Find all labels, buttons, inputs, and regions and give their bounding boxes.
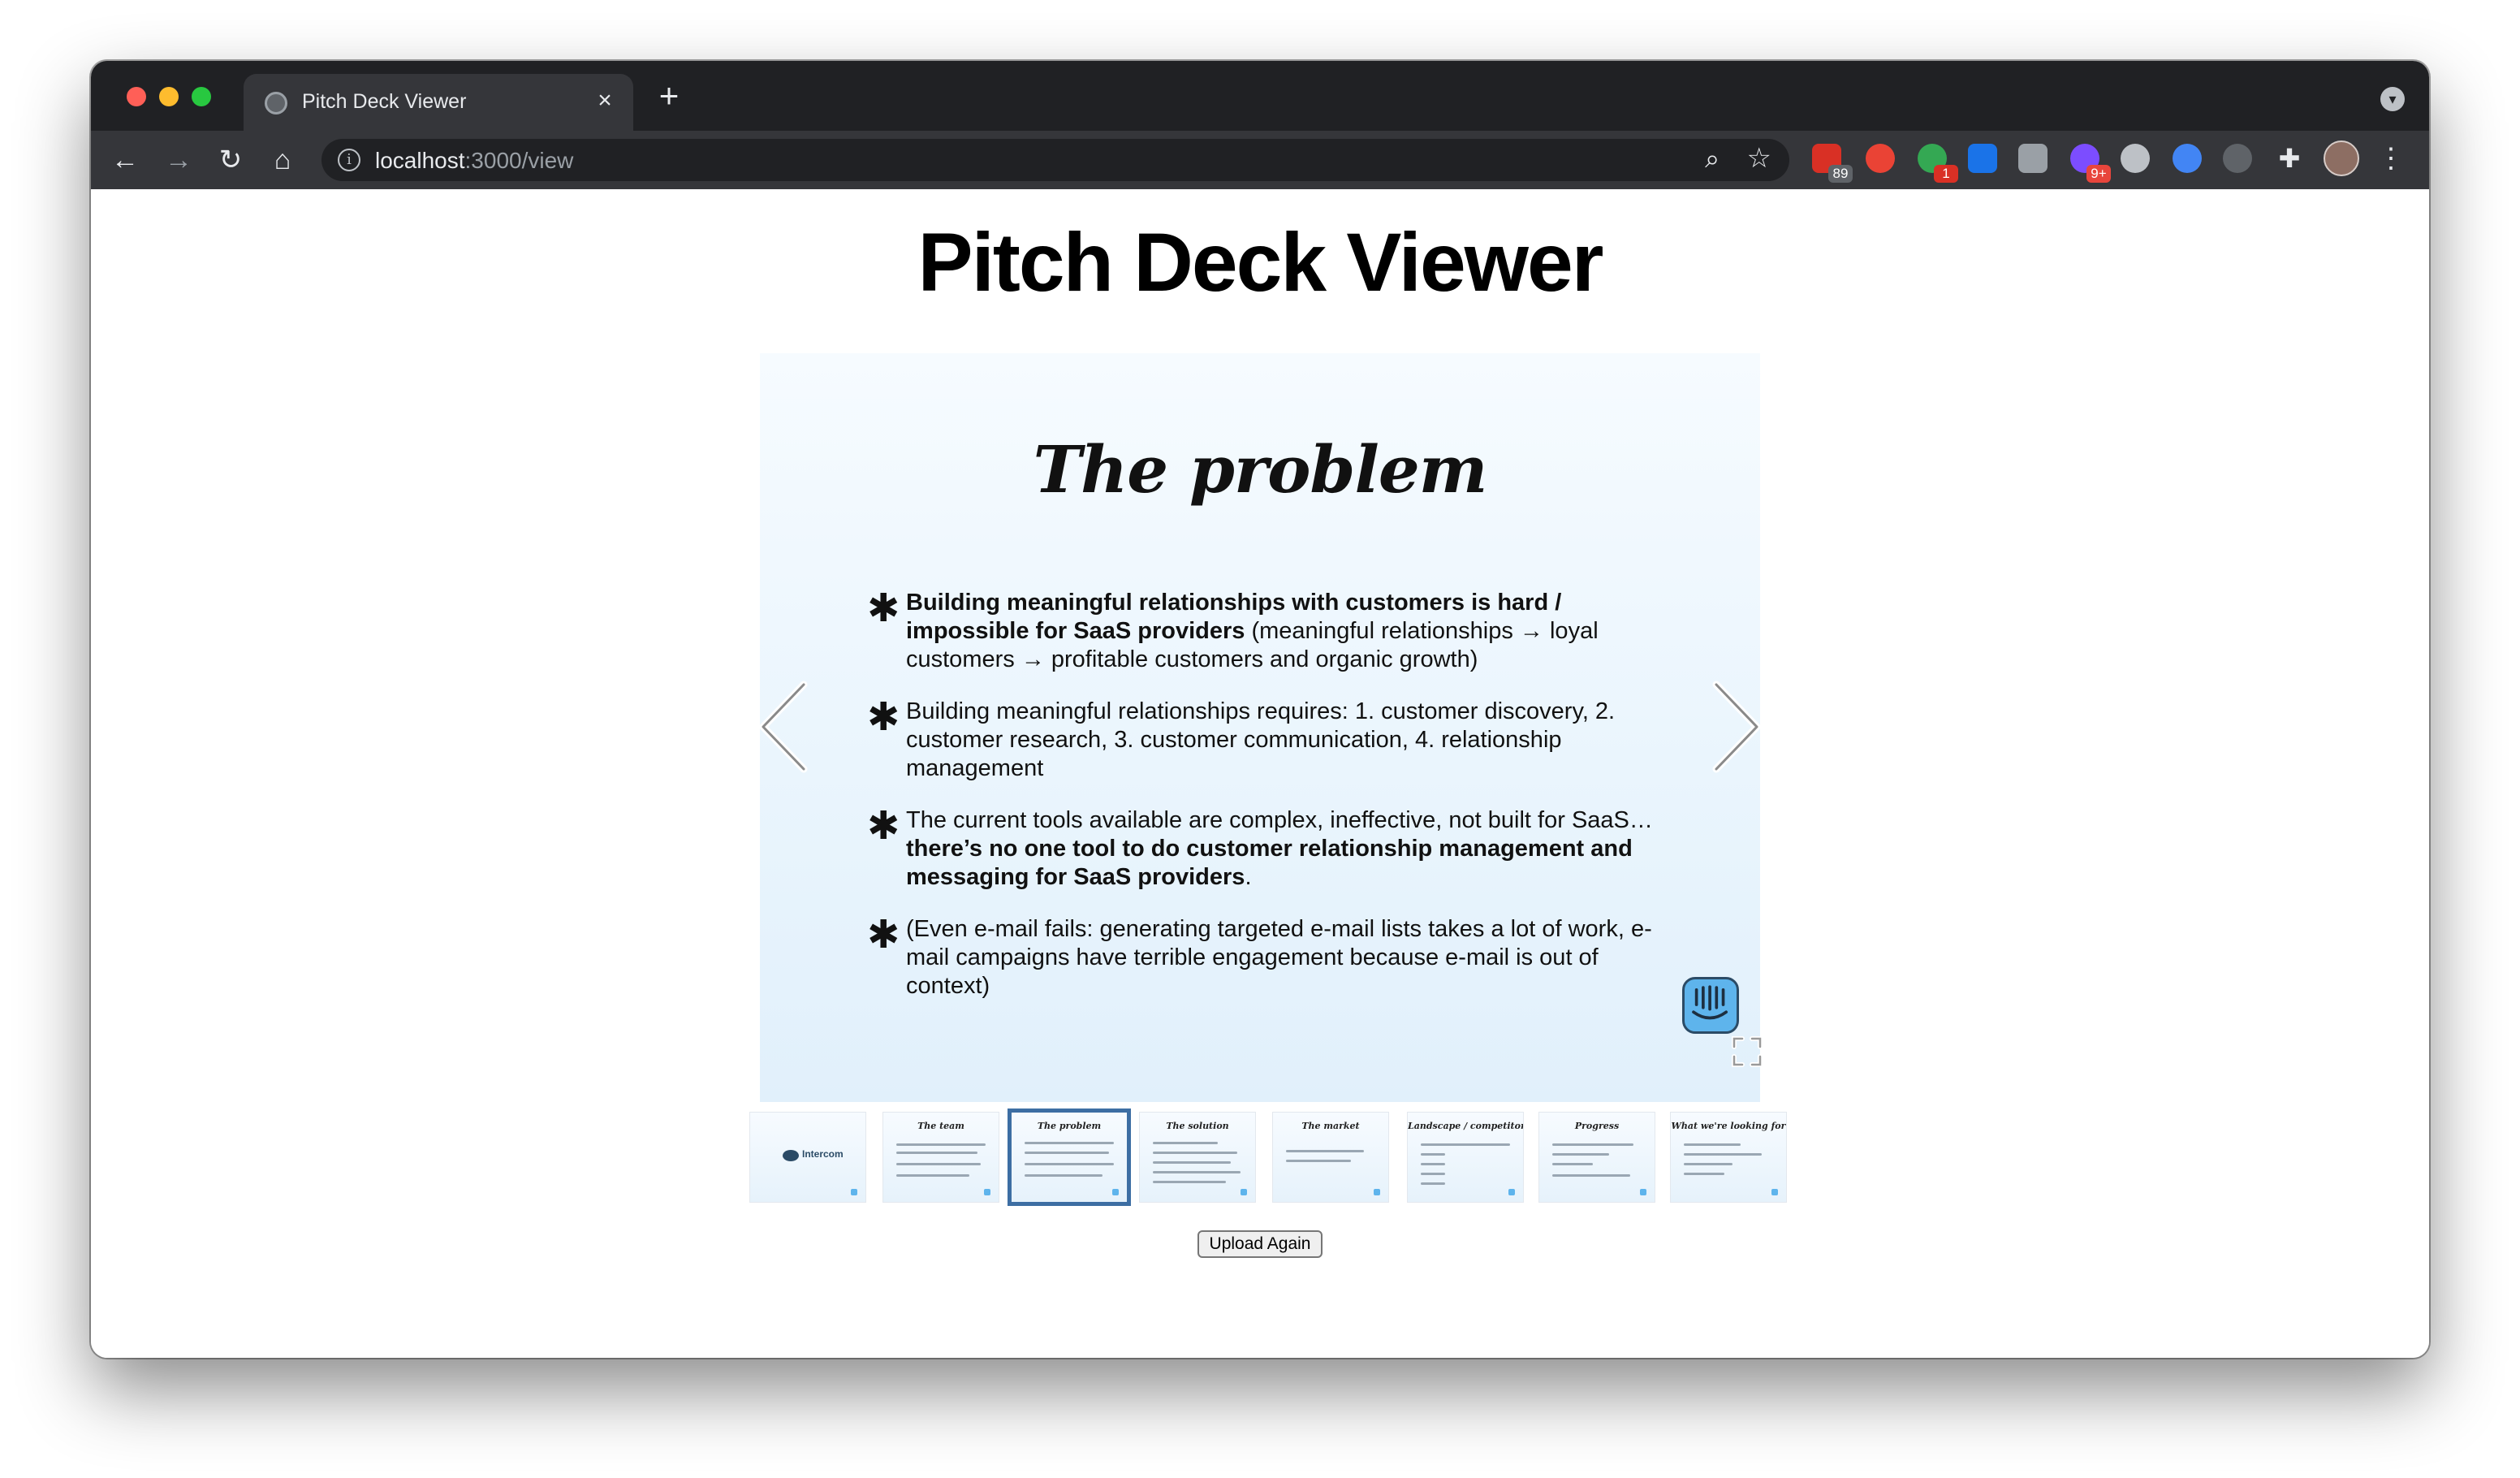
thumbnail-logo-icon — [1374, 1189, 1380, 1195]
paperclip-extension-icon[interactable] — [2223, 144, 2252, 173]
url-text[interactable]: localhost:3000/view — [375, 148, 573, 174]
asterisk-bullet-icon: ✱ — [867, 694, 900, 740]
kebab-menu-icon[interactable]: ⋮ — [2377, 142, 2405, 175]
bullet-text: The current tools available are complex,… — [906, 807, 1653, 833]
stop-extension-icon[interactable] — [1866, 144, 1895, 173]
url-path: :3000/view — [464, 148, 574, 173]
page-viewport: Pitch Deck Viewer The problem ✱ Building… — [91, 189, 2429, 1358]
thumbnail-logo-icon — [984, 1189, 990, 1195]
thumbnail-label: Intercom — [802, 1148, 844, 1160]
thumbnail-slide-5[interactable]: The market — [1273, 1113, 1388, 1202]
grammar-extension-icon[interactable]: 1 — [1918, 144, 1958, 183]
globe-icon — [265, 92, 287, 115]
home-icon[interactable]: ⌂ — [265, 142, 300, 178]
thumbnail-logo-icon — [1112, 1189, 1119, 1195]
address-bar[interactable]: i localhost:3000/view ⌕ ☆ — [321, 139, 1789, 181]
sparkle-extension-icon[interactable]: 9+ — [2070, 144, 2111, 183]
bullet-text: . — [1245, 864, 1252, 890]
calendar-extension-icon[interactable]: 89 — [1812, 144, 1853, 183]
slide-thumbnails: Intercom The team The problem The soluti… — [740, 1113, 1786, 1202]
slide-viewer: The problem ✱ Building meaningful relati… — [757, 353, 1763, 1102]
asterisk-bullet-icon: ✱ — [867, 803, 900, 849]
browser-window: Pitch Deck Viewer × + ▾ ← → ↻ ⌂ i localh… — [91, 61, 2429, 1358]
thumbnail-logo-icon — [1241, 1189, 1247, 1195]
thumbnail-label: Landscape / competitors — [1408, 1121, 1523, 1131]
thumbnail-label: Progress — [1574, 1121, 1620, 1131]
forward-icon[interactable]: → — [161, 142, 196, 178]
next-slide-arrow-icon[interactable] — [1707, 678, 1763, 776]
thumbnail-label: What we're looking for — [1671, 1121, 1786, 1131]
previous-slide-arrow-icon[interactable] — [757, 678, 813, 776]
tab-title: Pitch Deck Viewer — [302, 90, 467, 113]
thumbnail-label: The market — [1301, 1121, 1360, 1131]
globe-extension-icon[interactable] — [2173, 144, 2202, 173]
thumbnail-slide-2[interactable]: The team — [883, 1113, 999, 1202]
thumbnail-slide-8[interactable]: What we're looking for — [1671, 1113, 1786, 1202]
maximize-window-button[interactable] — [192, 87, 211, 106]
trello-extension-icon[interactable] — [1968, 144, 1997, 173]
thumbnail-logo-icon — [1771, 1189, 1778, 1195]
tab-strip: Pitch Deck Viewer × + ▾ — [91, 61, 2429, 131]
magnifier-extension-icon[interactable] — [2121, 144, 2150, 173]
extension-badge: 1 — [1934, 165, 1958, 183]
back-icon[interactable]: ← — [107, 142, 143, 178]
thumbnail-logo-icon — [1640, 1189, 1646, 1195]
tab-close-button[interactable]: × — [591, 87, 619, 115]
thumbnail-slide-3[interactable]: The problem — [1012, 1113, 1127, 1202]
thumbnail-slide-6[interactable]: Landscape / competitors — [1408, 1113, 1523, 1202]
puzzle-extensions-icon[interactable]: ✚ — [2275, 144, 2304, 173]
url-host: localhost — [375, 148, 465, 173]
bookmark-star-icon[interactable]: ☆ — [1747, 142, 1771, 175]
thumbnail-label: The solution — [1166, 1121, 1229, 1131]
reload-icon[interactable]: ↻ — [213, 142, 248, 178]
info-icon[interactable]: i — [338, 149, 360, 171]
tab-pitch-deck-viewer[interactable]: Pitch Deck Viewer × — [244, 74, 633, 131]
intercom-logo-icon — [783, 1150, 799, 1161]
fullscreen-icon[interactable] — [1731, 1035, 1763, 1068]
new-tab-button[interactable]: + — [651, 79, 687, 113]
minimize-window-button[interactable] — [159, 87, 179, 106]
bullet-bold-text: there’s no one tool to do customer relat… — [906, 836, 1633, 890]
profile-avatar[interactable] — [2324, 140, 2359, 176]
upload-again-button[interactable]: Upload Again — [1197, 1230, 1323, 1258]
asterisk-bullet-icon: ✱ — [867, 586, 900, 631]
extension-badge: 9+ — [2086, 165, 2111, 183]
bullet-text: (Even e-mail fails: generating targeted … — [906, 916, 1652, 999]
thumbnail-slide-4[interactable]: The solution — [1140, 1113, 1255, 1202]
zoom-icon[interactable]: ⌕ — [1705, 144, 1720, 175]
thumbnail-label: The problem — [1037, 1121, 1102, 1131]
asterisk-bullet-icon: ✱ — [867, 912, 900, 957]
extension-badge: 89 — [1828, 165, 1853, 183]
intercom-logo-icon — [1682, 977, 1739, 1034]
slide-title: The problem — [1033, 431, 1488, 508]
close-window-button[interactable] — [127, 87, 146, 106]
thumbnail-logo-icon — [851, 1189, 857, 1195]
r-extension-icon[interactable] — [2018, 144, 2048, 173]
thumbnail-logo-icon — [1508, 1189, 1515, 1195]
tab-search-icon[interactable]: ▾ — [2380, 87, 2405, 111]
browser-toolbar: ← → ↻ ⌂ i localhost:3000/view ⌕ ☆ 89 1 9… — [91, 131, 2429, 189]
thumbnail-label: The team — [917, 1121, 964, 1131]
page-title: Pitch Deck Viewer — [917, 216, 1604, 309]
thumbnail-slide-7[interactable]: Progress — [1539, 1113, 1655, 1202]
thumbnail-slide-1[interactable]: Intercom — [750, 1113, 865, 1202]
bullet-text: Building meaningful relationships requir… — [906, 698, 1616, 781]
